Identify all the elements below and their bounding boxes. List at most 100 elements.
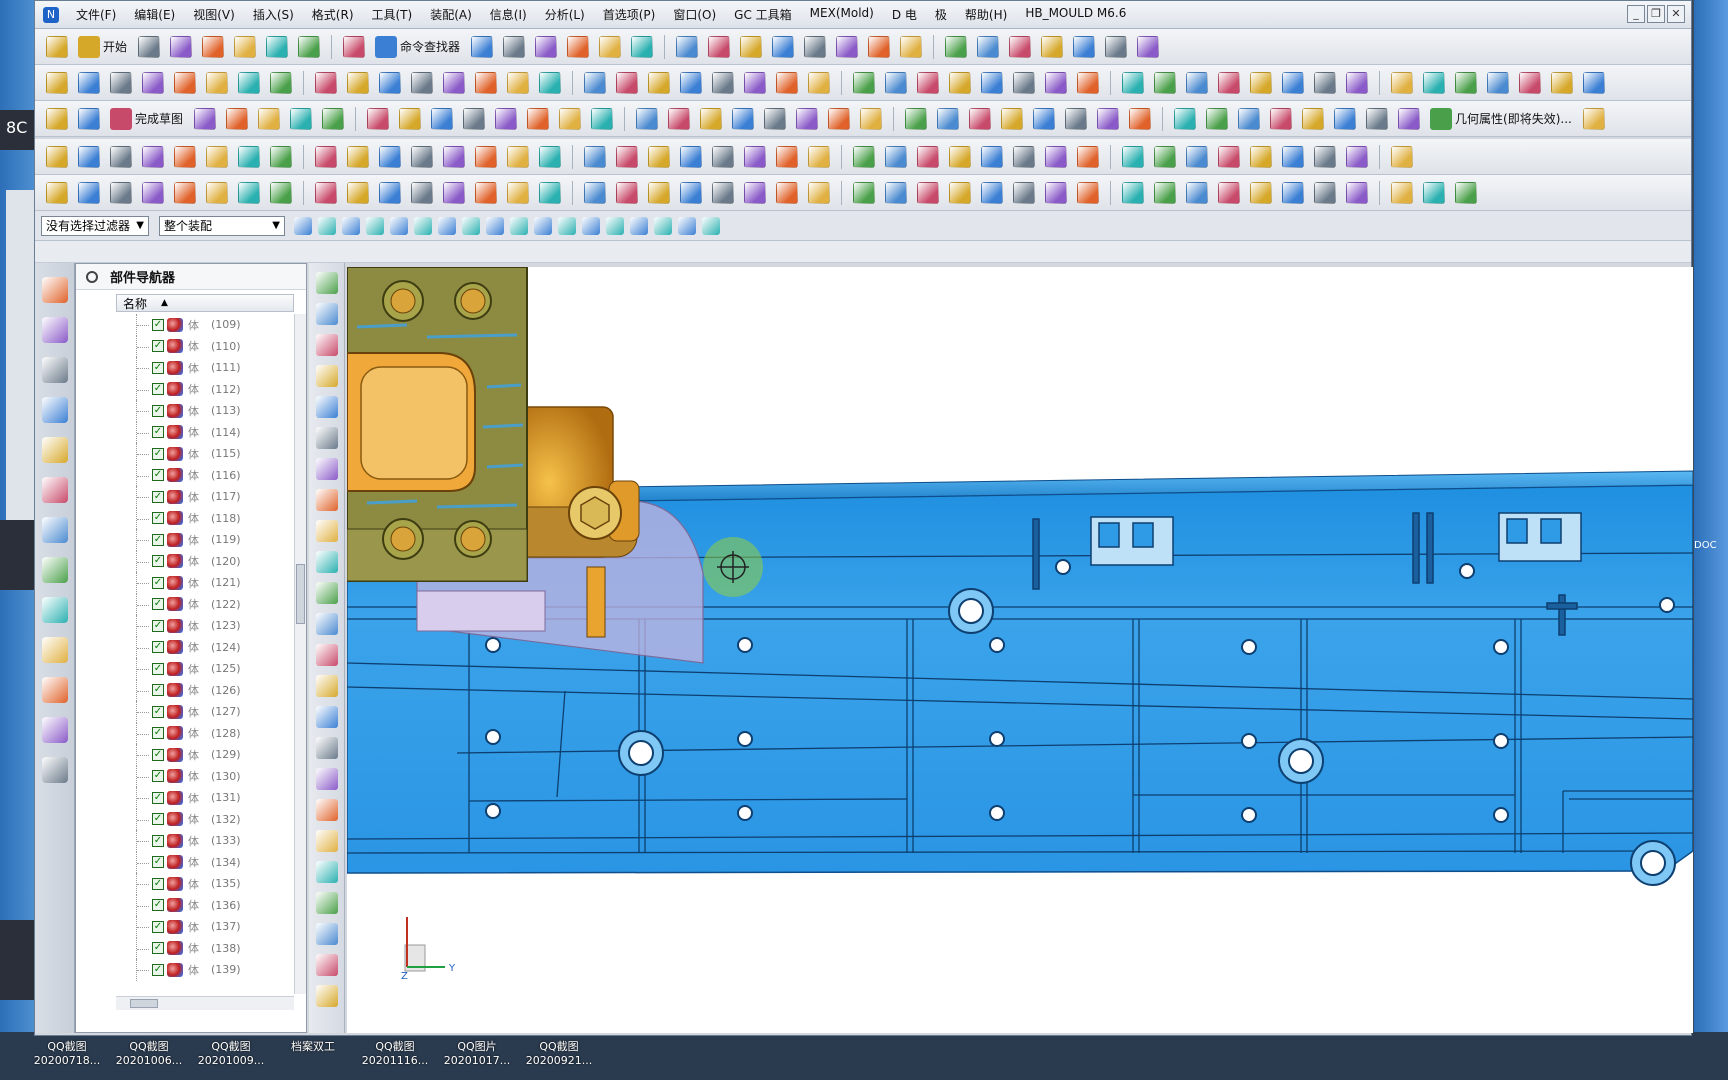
pin-icon[interactable]	[86, 270, 98, 283]
snap-point-icon[interactable]	[318, 216, 336, 235]
toolbar-tool-icon[interactable]	[270, 145, 292, 168]
tree-row[interactable]: ✓ 体 (109)	[116, 314, 292, 336]
toolbar-tool-icon[interactable]	[680, 71, 702, 94]
toolbar-tool-icon[interactable]	[1013, 181, 1035, 204]
desktop-file-icon[interactable]: QQ截图 20201009...	[190, 1040, 272, 1068]
toolbar-tool-icon[interactable]	[1270, 107, 1293, 130]
toolbar-tool-icon[interactable]	[636, 107, 659, 130]
resource-tab-icon[interactable]	[42, 517, 68, 543]
snap-point-icon[interactable]	[606, 216, 624, 235]
toolbar-tool-icon[interactable]	[584, 71, 606, 94]
snap-point-icon[interactable]	[534, 216, 552, 235]
toolbar-tool-icon[interactable]	[559, 107, 582, 130]
toolbar-tool-icon[interactable]	[712, 145, 734, 168]
toolbar-tool-icon[interactable]	[46, 107, 68, 130]
snap-point-icon[interactable]	[558, 216, 576, 235]
toolbar-tool-icon[interactable]	[700, 107, 723, 130]
visibility-checkbox[interactable]: ✓	[152, 512, 164, 525]
resource-tab-icon[interactable]	[42, 477, 68, 503]
visibility-checkbox[interactable]: ✓	[152, 447, 164, 460]
visibility-checkbox[interactable]: ✓	[152, 899, 164, 912]
tree-row[interactable]: ✓ 体 (124)	[116, 636, 292, 659]
toolbar-tool-icon[interactable]	[853, 71, 875, 94]
toolbar-tool-icon[interactable]	[495, 107, 518, 130]
minimize-button[interactable]: _	[1627, 5, 1645, 23]
toolbar-tool-icon[interactable]	[828, 107, 851, 130]
mold-tool-icon[interactable]	[316, 768, 338, 790]
toolbar-tool-icon[interactable]	[527, 107, 550, 130]
menu-item[interactable]: 信息(I)	[481, 6, 536, 23]
desktop-file-icon[interactable]: QQ截图 20200921...	[518, 1040, 600, 1068]
toolbar-tool-icon[interactable]	[1391, 145, 1413, 168]
snap-point-icon[interactable]	[366, 216, 384, 235]
toolbar-tool-icon[interactable]	[1154, 71, 1176, 94]
toolbar-tool-icon[interactable]	[238, 181, 260, 204]
snap-point-icon[interactable]	[702, 216, 720, 235]
visibility-checkbox[interactable]: ✓	[152, 834, 164, 847]
toolbar-tool-icon[interactable]	[836, 35, 859, 58]
desktop-file-icon[interactable]: QQ截图 20201116...	[354, 1040, 436, 1068]
menu-item[interactable]: 格式(R)	[303, 6, 363, 23]
toolbar-tool-icon[interactable]	[1218, 145, 1240, 168]
visibility-checkbox[interactable]: ✓	[152, 813, 164, 826]
close-button[interactable]: ✕	[1667, 5, 1685, 23]
snap-point-icon[interactable]	[582, 216, 600, 235]
mold-tool-icon[interactable]	[316, 303, 338, 325]
tree-row[interactable]: ✓ 体 (134)	[116, 851, 292, 874]
snap-point-icon[interactable]	[510, 216, 528, 235]
nx-logo-icon[interactable]: N	[43, 6, 59, 23]
toolbar-tool-icon[interactable]	[1041, 35, 1064, 58]
menu-item[interactable]: 视图(V)	[184, 6, 244, 23]
toolbar-tool-icon[interactable]	[744, 71, 766, 94]
toolbar-tool-icon[interactable]	[206, 145, 228, 168]
toolbar-tool-icon[interactable]	[138, 35, 161, 58]
toolbar-tool-icon[interactable]	[708, 35, 731, 58]
toolbar-tool-icon[interactable]	[1366, 107, 1389, 130]
toolbar-tool-icon[interactable]	[885, 71, 907, 94]
toolbar-tool-icon[interactable]	[1077, 145, 1099, 168]
snap-point-icon[interactable]	[486, 216, 504, 235]
menu-item[interactable]: 分析(L)	[536, 6, 594, 23]
toolbar-tool-icon[interactable]	[1250, 71, 1272, 94]
navigator-horizontal-scrollbar[interactable]	[116, 996, 294, 1010]
toolbar-tool-icon[interactable]	[1314, 181, 1336, 204]
snap-point-icon[interactable]	[342, 216, 360, 235]
toolbar-tool-icon[interactable]	[1346, 145, 1368, 168]
toolbar-tool-icon[interactable]	[981, 181, 1003, 204]
toolbar-tool-icon[interactable]	[808, 145, 830, 168]
toolbar-tool-icon[interactable]	[194, 107, 217, 130]
toolbar-tool-icon[interactable]	[1077, 181, 1099, 204]
toolbar-tool-icon[interactable]	[539, 71, 561, 94]
toolbar-tool-icon[interactable]	[270, 71, 292, 94]
toolbar-tool-icon[interactable]	[46, 35, 68, 58]
tree-row[interactable]: ✓ 体 (128)	[116, 722, 292, 745]
toolbar-tool-icon[interactable]	[1045, 71, 1067, 94]
toolbar-tool-icon[interactable]	[1174, 107, 1197, 130]
mold-tool-icon[interactable]	[316, 923, 338, 945]
toolbar-tool-icon[interactable]	[853, 181, 875, 204]
toolbar-tool-icon[interactable]	[1013, 145, 1035, 168]
toolbar-tool-icon[interactable]	[1250, 145, 1272, 168]
toolbar-tool-icon[interactable]	[411, 181, 433, 204]
toolbar-tool-icon[interactable]	[290, 107, 313, 130]
snap-point-icon[interactable]	[294, 216, 312, 235]
toolbar-tool-icon[interactable]	[347, 181, 369, 204]
visibility-checkbox[interactable]: ✓	[152, 920, 164, 933]
toolbar-tool-icon[interactable]	[1423, 71, 1445, 94]
snap-point-icon[interactable]	[390, 216, 408, 235]
menu-item[interactable]: 装配(A)	[421, 6, 481, 23]
toolbar-tool-icon[interactable]	[668, 107, 691, 130]
toolbar-tool-icon[interactable]	[1013, 71, 1035, 94]
toolbar-tool-icon[interactable]	[591, 107, 614, 130]
visibility-checkbox[interactable]: ✓	[152, 426, 164, 439]
resource-tab-icon[interactable]	[42, 357, 68, 383]
toolbar-tool-icon[interactable]	[969, 107, 992, 130]
toolbar-tool-icon[interactable]	[1238, 107, 1261, 130]
toolbar-tool-icon[interactable]	[431, 107, 454, 130]
tree-row[interactable]: ✓ 体 (119)	[116, 529, 292, 551]
visibility-checkbox[interactable]: ✓	[152, 684, 164, 697]
toolbar-tool-icon[interactable]	[1154, 145, 1176, 168]
visibility-checkbox[interactable]: ✓	[152, 318, 164, 331]
assembly-scope-dropdown[interactable]: 整个装配 ▼	[159, 215, 285, 236]
mold-tool-icon[interactable]	[316, 396, 338, 418]
